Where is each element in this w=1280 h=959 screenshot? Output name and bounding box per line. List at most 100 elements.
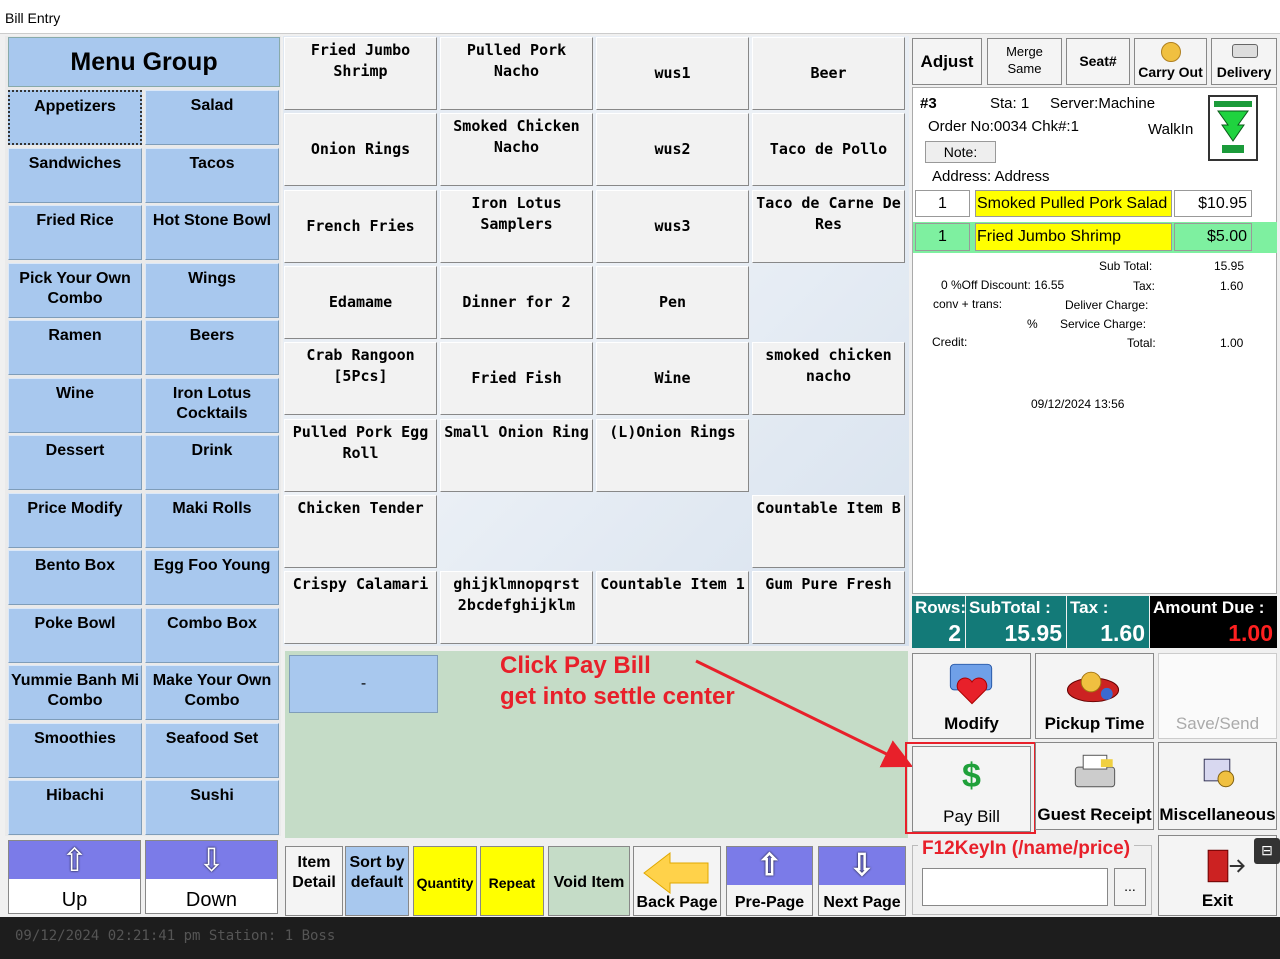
modify-button[interactable]: Modify: [912, 653, 1031, 739]
menu-item-button[interactable]: Taco de Carne De Res: [752, 189, 905, 263]
next-page-button[interactable]: ⇩ Next Page: [818, 846, 906, 916]
menu-group-maki-rolls[interactable]: Maki Rolls: [145, 492, 279, 548]
line-name[interactable]: Fried Jumbo Shrimp: [975, 223, 1172, 251]
dash-button[interactable]: -: [289, 655, 438, 713]
seat-button[interactable]: Seat#: [1066, 38, 1130, 85]
pre-page-button[interactable]: ⇧ Pre-Page: [726, 846, 813, 916]
menu-item-button[interactable]: Fried Jumbo Shrimp: [284, 37, 437, 110]
menu-item-button[interactable]: Wine: [596, 342, 749, 416]
menu-group-sushi[interactable]: Sushi: [145, 780, 279, 835]
menu-group-combo-box[interactable]: Combo Box: [145, 607, 279, 663]
menu-item-button[interactable]: Fried Fish: [440, 342, 593, 416]
repeat-button[interactable]: Repeat: [480, 846, 544, 916]
menu-group-beers[interactable]: Beers: [145, 320, 279, 375]
menu-item-button[interactable]: Small Onion Ring: [440, 418, 593, 492]
save-send-button[interactable]: Save/Send: [1158, 653, 1277, 739]
menu-group-hot-stone-bowl[interactable]: Hot Stone Bowl: [145, 205, 279, 260]
line-qty[interactable]: 1: [915, 190, 970, 217]
menu-item-button[interactable]: ghijklmnopqrst 2bcdefghijklm: [440, 571, 593, 645]
subtotal-bar-label: SubTotal :: [969, 598, 1051, 617]
up-button[interactable]: ⇧ Up: [8, 840, 141, 914]
menu-group-poke-bowl[interactable]: Poke Bowl: [8, 607, 142, 663]
order-type-label: WalkIn: [1148, 121, 1194, 138]
menu-group-hibachi[interactable]: Hibachi: [8, 780, 142, 835]
menu-item-button[interactable]: Countable Item B: [752, 494, 905, 568]
line-name[interactable]: Smoked Pulled Pork Salad: [975, 190, 1172, 217]
menu-item-button[interactable]: Pulled Pork Nacho: [440, 37, 593, 110]
menu-item-button[interactable]: Countable Item 1: [596, 571, 749, 645]
menu-item-button[interactable]: Crispy Calamari: [284, 571, 437, 645]
menu-group-seafood-set[interactable]: Seafood Set: [145, 722, 279, 778]
menu-item-button[interactable]: Beer: [752, 37, 905, 110]
menu-group-make-your-own-combo[interactable]: Make Your Own Combo: [145, 665, 279, 720]
menu-group-ramen[interactable]: Ramen: [8, 320, 142, 375]
note-button[interactable]: Note:: [925, 141, 996, 163]
menu-item-button[interactable]: Pen: [596, 265, 749, 339]
order-datetime: 09/12/2024 13:56: [1031, 397, 1125, 411]
menu-group-tacos[interactable]: Tacos: [145, 147, 279, 203]
menu-group-yummie-banh-mi-combo[interactable]: Yummie Banh Mi Combo: [8, 665, 142, 720]
menu-group-salad[interactable]: Salad: [145, 90, 279, 145]
down-button[interactable]: ⇩ Down: [145, 840, 278, 914]
menu-item-button[interactable]: Iron Lotus Samplers: [440, 189, 593, 263]
total-value: 1.00: [1220, 336, 1244, 350]
void-item-button[interactable]: Void Item: [548, 846, 630, 916]
minimize-icon[interactable]: ⊟: [1254, 838, 1280, 864]
menu-group-wine[interactable]: Wine: [8, 377, 142, 433]
send-down-icon[interactable]: [1208, 95, 1258, 161]
menu-group-pick-your-own-combo[interactable]: Pick Your Own Combo: [8, 262, 142, 318]
menu-item-button[interactable]: wus3: [596, 189, 749, 263]
tax-value: 1.60: [1220, 279, 1244, 293]
order-number: #3: [920, 95, 937, 112]
quantity-button[interactable]: Quantity: [413, 846, 477, 916]
menu-group-wings[interactable]: Wings: [145, 262, 279, 318]
total-label: Total:: [1127, 336, 1156, 350]
pay-bill-button[interactable]: $ Pay Bill: [912, 746, 1031, 832]
line-price[interactable]: $5.00: [1174, 223, 1252, 251]
menu-item-button[interactable]: smoked chicken nacho: [752, 342, 905, 416]
menu-item-button[interactable]: Onion Rings: [284, 113, 437, 187]
sort-default-button[interactable]: Sort by default: [345, 846, 409, 916]
menu-item-button[interactable]: Pulled Pork Egg Roll: [284, 418, 437, 492]
menu-item-button[interactable]: Smoked Chicken Nacho: [440, 113, 593, 187]
merge-same-button[interactable]: Merge Same: [987, 38, 1062, 85]
menu-item-button[interactable]: wus2: [596, 113, 749, 187]
adjust-button[interactable]: Adjust: [912, 38, 982, 85]
menu-item-button[interactable]: Edamame: [284, 265, 437, 339]
menu-item-button[interactable]: Crab Rangoon [5Pcs]: [284, 342, 437, 416]
menu-item-button[interactable]: Gum Pure Fresh: [752, 571, 905, 645]
menu-item-button[interactable]: Taco de Pollo: [752, 113, 905, 187]
menu-group-iron-lotus-cocktails[interactable]: Iron Lotus Cocktails: [145, 377, 279, 433]
miscellaneous-label: Miscellaneous: [1159, 805, 1276, 824]
menu-group-smoothies[interactable]: Smoothies: [8, 722, 142, 778]
menu-group-appetizers[interactable]: Appetizers: [8, 90, 142, 145]
menu-group-fried-rice[interactable]: Fried Rice: [8, 205, 142, 260]
guest-receipt-button[interactable]: Guest Receipt: [1035, 742, 1154, 830]
menu-group-dessert[interactable]: Dessert: [8, 435, 142, 490]
keyin-input[interactable]: [922, 868, 1108, 906]
down-label: Down: [185, 889, 238, 911]
menu-group-egg-foo-young[interactable]: Egg Foo Young: [145, 550, 279, 605]
menu-item-button[interactable]: (L)Onion Rings: [596, 418, 749, 492]
menu-group-bento-box[interactable]: Bento Box: [8, 550, 142, 605]
menu-item-button[interactable]: Dinner for 2: [440, 265, 593, 339]
menu-group-drink[interactable]: Drink: [145, 435, 279, 490]
menu-item-button[interactable]: wus1: [596, 37, 749, 110]
carry-out-button[interactable]: Carry Out: [1134, 38, 1207, 85]
menu-group-price-modify[interactable]: Price Modify: [8, 492, 142, 548]
menu-item-button[interactable]: Chicken Tender: [284, 494, 437, 568]
save-send-label: Save/Send: [1175, 714, 1260, 733]
menu-group-sandwiches[interactable]: Sandwiches: [8, 147, 142, 203]
keyin-browse-button[interactable]: ...: [1114, 868, 1146, 906]
miscellaneous-button[interactable]: Miscellaneous: [1158, 742, 1277, 830]
item-detail-button[interactable]: Item Detail: [285, 846, 343, 916]
back-page-button[interactable]: Back Page: [633, 846, 721, 916]
station-label: Sta: 1: [990, 95, 1030, 112]
menu-item-button[interactable]: French Fries: [284, 189, 437, 263]
line-price[interactable]: $10.95: [1174, 190, 1252, 217]
carry-out-icon: [1161, 42, 1181, 62]
pickup-time-button[interactable]: Pickup Time: [1035, 653, 1154, 739]
line-qty[interactable]: 1: [915, 223, 970, 251]
delivery-button[interactable]: Delivery: [1211, 38, 1277, 85]
menu-heart-icon: [949, 663, 993, 705]
